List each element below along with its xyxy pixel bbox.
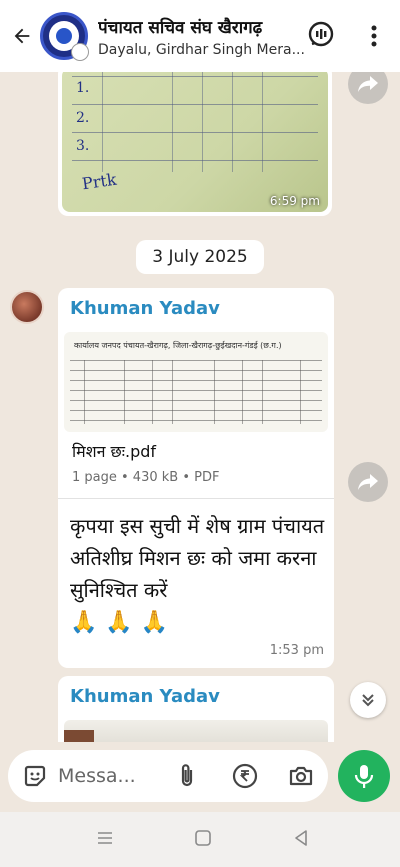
mic-icon (354, 765, 374, 788)
scroll-to-bottom-button[interactable] (350, 682, 386, 718)
sender-avatar[interactable] (10, 290, 44, 324)
sender-name[interactable]: Khuman Yadav (70, 298, 220, 319)
home-icon (195, 830, 211, 846)
message-time: 1:53 pm (269, 643, 324, 658)
double-chevron-down-icon (362, 694, 374, 707)
chat-members: Dayalu, Girdhar Singh Mera... (98, 41, 305, 58)
voice-message-button[interactable] (338, 750, 390, 802)
sender-name[interactable]: Khuman Yadav (70, 686, 220, 707)
channel-button[interactable] (306, 20, 336, 54)
chat-title-block[interactable]: पंचायत सचिव संघ खैरागढ़ Dayalu, Girdhar … (98, 15, 313, 58)
arrow-left-icon (14, 28, 30, 44)
sticker-icon (24, 765, 46, 787)
chat-header: पंचायत सचिव संघ खैरागढ़ Dayalu, Girdhar … (0, 0, 400, 72)
forward-icon (358, 76, 378, 92)
document-photo[interactable]: 1. 2. 3. Prtk (62, 72, 328, 212)
message-time: 6:59 pm (269, 194, 320, 208)
back-button[interactable] (4, 0, 40, 72)
chat-title: पंचायत सचिव संघ खैरागढ़ (98, 17, 263, 38)
camera-button[interactable] (288, 763, 314, 793)
forward-button[interactable] (348, 462, 388, 502)
attach-button[interactable] (176, 762, 198, 794)
message-input[interactable] (58, 762, 158, 790)
forward-button[interactable] (348, 72, 388, 104)
home-button[interactable] (194, 829, 212, 851)
image-message[interactable]: 1. 2. 3. Prtk 6:59 pm (58, 72, 332, 216)
pdf-preview[interactable]: कार्यालय जनपद पंचायत-खैरागढ़, जिला-खैराग… (64, 332, 328, 432)
recents-icon (98, 832, 112, 844)
more-options-button[interactable] (364, 24, 384, 52)
group-avatar[interactable] (40, 12, 89, 61)
composer (8, 750, 328, 802)
chat-area[interactable]: 1. 2. 3. Prtk 6:59 pm 3 July 2025 Khuman… (0, 72, 400, 742)
recent-apps-button[interactable] (96, 829, 114, 851)
file-name[interactable]: मिशन छः.pdf (72, 440, 156, 462)
back-triangle-icon (295, 830, 307, 846)
back-nav-button[interactable] (292, 829, 310, 851)
folded-hands-emoji: 🙏🙏🙏 (70, 610, 177, 635)
date-separator: 3 July 2025 (136, 240, 264, 274)
channel-icon (308, 21, 334, 47)
community-badge-icon (71, 43, 89, 61)
next-message[interactable]: Khuman Yadav (58, 676, 334, 742)
system-nav-bar (0, 812, 400, 867)
paperclip-icon (181, 764, 193, 787)
camera-icon (289, 766, 313, 786)
file-meta: 1 page • 430 kB • PDF (72, 470, 220, 485)
document-message[interactable]: Khuman Yadav कार्यालय जनपद पंचायत-खैरागढ… (58, 288, 334, 668)
more-vert-icon (371, 25, 377, 47)
pdf-heading: कार्यालय जनपद पंचायत-खैरागढ़, जिला-खैराग… (74, 341, 282, 350)
payment-button[interactable] (232, 763, 258, 793)
sticker-button[interactable] (22, 763, 48, 793)
rupee-icon (232, 763, 258, 789)
image-preview[interactable] (64, 720, 328, 742)
forward-icon (358, 474, 378, 490)
divider (58, 498, 334, 499)
message-text: कृपया इस सुची में शेष ग्राम पंचायत अतिशी… (70, 514, 325, 602)
